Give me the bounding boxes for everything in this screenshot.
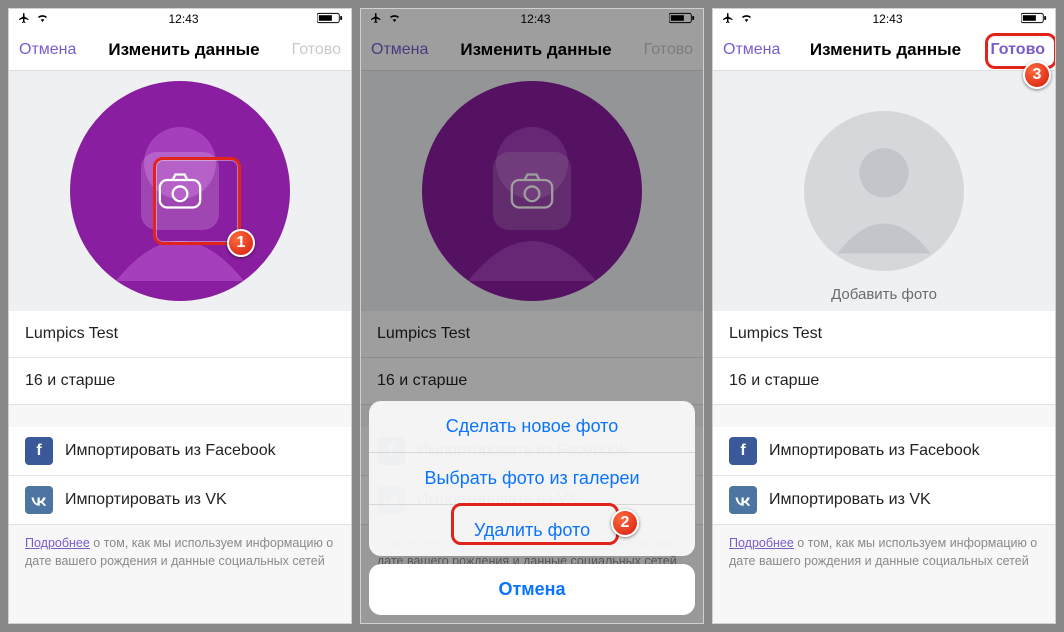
- social-section: f Импортировать из Facebook Импортироват…: [713, 427, 1055, 525]
- fields: Lumpics Test 16 и старше: [713, 311, 1055, 405]
- nav-header: Отмена Изменить данные Готово: [713, 29, 1055, 71]
- learn-more-link[interactable]: Подробнее: [729, 536, 794, 550]
- camera-icon: [158, 171, 202, 211]
- sheet-options: Сделать новое фото Выбрать фото из галер…: [369, 401, 695, 556]
- social-section: f Импортировать из Facebook Импортироват…: [9, 427, 351, 525]
- done-button[interactable]: Готово: [292, 41, 341, 59]
- sheet-delete-photo[interactable]: Удалить фото: [369, 505, 695, 556]
- avatar-area[interactable]: Добавить фото: [713, 71, 1055, 311]
- silhouette-icon: [819, 126, 949, 256]
- status-bar: 12:43: [713, 9, 1055, 29]
- clock: 12:43: [872, 12, 902, 26]
- vk-icon: [25, 486, 53, 514]
- phone-screen-1: 12:43 Отмена Изменить данные Готово: [8, 8, 352, 624]
- vk-icon: [729, 486, 757, 514]
- age-field[interactable]: 16 и старше: [713, 358, 1055, 405]
- import-facebook-label: Импортировать из Facebook: [769, 442, 980, 460]
- sheet-choose-photo[interactable]: Выбрать фото из галереи: [369, 453, 695, 505]
- change-photo-button[interactable]: [141, 152, 219, 230]
- import-facebook[interactable]: f Импортировать из Facebook: [9, 427, 351, 476]
- name-field[interactable]: Lumpics Test: [713, 311, 1055, 358]
- import-vk-label: Импортировать из VK: [769, 491, 931, 509]
- empty-avatar: [804, 111, 964, 271]
- done-button[interactable]: Готово: [991, 41, 1045, 59]
- avatar-area: [9, 71, 351, 311]
- phone-screen-2: 12:43 Отмена Изменить данные Готово Lump…: [360, 8, 704, 624]
- airplane-icon: [721, 12, 735, 27]
- facebook-icon: f: [25, 437, 53, 465]
- sheet-cancel[interactable]: Отмена: [369, 564, 695, 615]
- clock: 12:43: [168, 12, 198, 26]
- status-bar: 12:43: [9, 9, 351, 29]
- cancel-button[interactable]: Отмена: [723, 41, 780, 59]
- nav-header: Отмена Изменить данные Готово: [9, 29, 351, 71]
- cancel-button[interactable]: Отмена: [19, 41, 76, 59]
- airplane-icon: [17, 12, 31, 27]
- sheet-take-photo[interactable]: Сделать новое фото: [369, 401, 695, 453]
- page-title: Изменить данные: [108, 40, 259, 60]
- photo-action-sheet: Сделать новое фото Выбрать фото из галер…: [369, 401, 695, 615]
- wifi-icon: [739, 12, 754, 27]
- facebook-icon: f: [729, 437, 757, 465]
- phone-screen-3: 12:43 Отмена Изменить данные Готово Доба…: [712, 8, 1056, 624]
- add-photo-label: Добавить фото: [713, 286, 1055, 303]
- wifi-icon: [35, 12, 50, 27]
- battery-icon: [317, 12, 343, 27]
- fields: Lumpics Test 16 и старше: [9, 311, 351, 405]
- import-facebook[interactable]: f Импортировать из Facebook: [713, 427, 1055, 476]
- battery-icon: [1021, 12, 1047, 27]
- learn-more-link[interactable]: Подробнее: [25, 536, 90, 550]
- footer-note: Подробнее о том, как мы используем инфор…: [9, 525, 351, 570]
- footer-note: Подробнее о том, как мы используем инфор…: [713, 525, 1055, 570]
- import-vk-label: Импортировать из VK: [65, 491, 227, 509]
- age-field[interactable]: 16 и старше: [9, 358, 351, 405]
- import-vk[interactable]: Импортировать из VK: [9, 476, 351, 525]
- page-title: Изменить данные: [810, 40, 961, 60]
- name-field[interactable]: Lumpics Test: [9, 311, 351, 358]
- import-vk[interactable]: Импортировать из VK: [713, 476, 1055, 525]
- import-facebook-label: Импортировать из Facebook: [65, 442, 276, 460]
- avatar-circle[interactable]: [70, 81, 290, 301]
